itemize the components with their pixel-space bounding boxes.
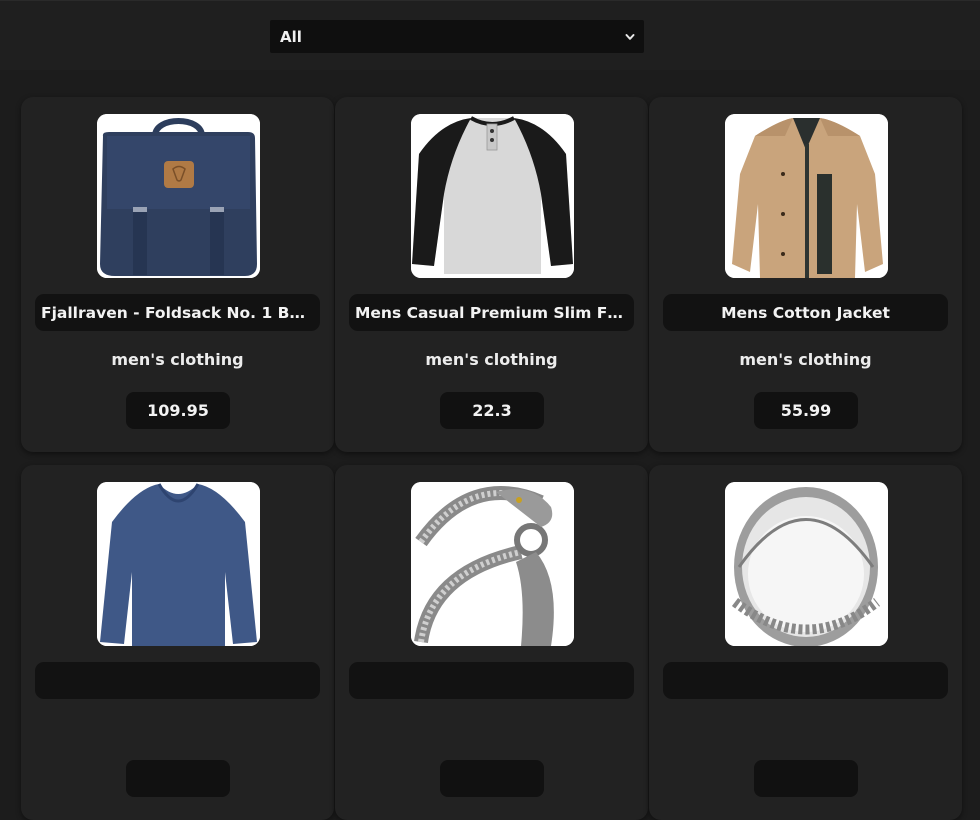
product-card[interactable]: Mens Casual Premium Slim Fit T-Shirts me… (335, 97, 648, 452)
product-category: men's clothing (739, 350, 872, 369)
product-card[interactable] (649, 465, 962, 820)
product-image-backpack (97, 114, 260, 278)
product-category: men's clothing (111, 350, 244, 369)
product-price (440, 760, 544, 797)
category-filter-value: All (280, 27, 302, 46)
product-card[interactable] (335, 465, 648, 820)
product-price: 109.95 (126, 392, 230, 429)
product-price (126, 760, 230, 797)
product-card[interactable]: Fjallraven - Foldsack No. 1 Backpack, Fi… (21, 97, 334, 452)
category-filter-select[interactable]: All (270, 20, 644, 53)
chevron-down-icon (625, 33, 635, 40)
product-title[interactable] (349, 662, 634, 699)
product-card[interactable]: Mens Cotton Jacket men's clothing 55.99 (649, 97, 962, 452)
product-title[interactable]: Fjallraven - Foldsack No. 1 Backpack, Fi… (35, 294, 320, 331)
product-title[interactable] (35, 662, 320, 699)
product-image-jacket (725, 114, 888, 278)
product-image-blue-longsleeve (97, 482, 260, 646)
product-title[interactable] (663, 662, 948, 699)
product-price: 22.3 (440, 392, 544, 429)
product-title[interactable]: Mens Casual Premium Slim Fit T-Shirts (349, 294, 634, 331)
product-image-raglan-shirt (411, 114, 574, 278)
product-price: 55.99 (754, 392, 858, 429)
product-title[interactable]: Mens Cotton Jacket (663, 294, 948, 331)
top-bar: All (0, 0, 980, 70)
product-image-silver-ring (725, 482, 888, 646)
product-card[interactable] (21, 465, 334, 820)
product-price (754, 760, 858, 797)
product-category: men's clothing (425, 350, 558, 369)
product-image-dragon-bracelet (411, 482, 574, 646)
